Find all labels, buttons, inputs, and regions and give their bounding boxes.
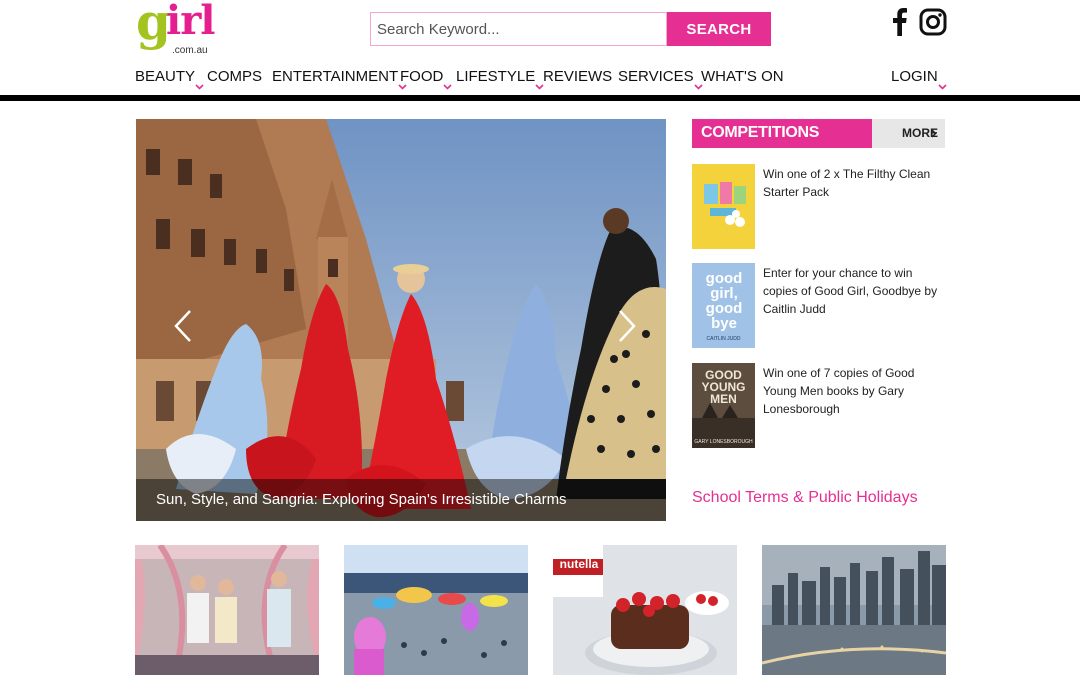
competition-thumbnail[interactable] [692, 164, 755, 249]
search-input[interactable] [371, 13, 666, 45]
competitions-header: COMPETITIONS [692, 119, 872, 148]
nav-lifestyle[interactable]: LIFESTYLE [456, 68, 544, 90]
nav-label: LOGIN [891, 68, 938, 85]
book-cover-author: GARY LONESBOROUGH [694, 439, 753, 445]
competition-thumbnail[interactable]: GOOD YOUNG MEN GARY LONESBOROUGH [692, 363, 755, 448]
chevron-right-icon [931, 129, 937, 138]
nav-label: SERVICES [618, 68, 694, 85]
competitions-title: COMPETITIONS [701, 124, 820, 141]
book-cover-author: CAITLIN JUDD [706, 336, 741, 342]
tile-city[interactable] [762, 545, 946, 675]
slider-next-arrow[interactable] [616, 309, 638, 343]
hero-slider[interactable]: Sun, Style, and Sangria: Exploring Spain… [136, 119, 666, 521]
hero-caption-bar[interactable]: Sun, Style, and Sangria: Exploring Spain… [136, 479, 666, 521]
tile-pancakes[interactable]: nutella [553, 545, 737, 675]
nav-label: BEAUTY [135, 68, 196, 85]
nav-label: ENTERTAINMENT [272, 68, 399, 85]
facebook-icon[interactable] [890, 6, 910, 38]
nav-label: REVIEWS [543, 68, 613, 85]
nav-divider [0, 95, 1080, 101]
tile-fashion[interactable] [135, 545, 319, 675]
competition-item[interactable]: good girl, good bye CAITLIN JUDD Enter f… [692, 263, 946, 349]
search-box [370, 12, 667, 46]
nav-comps[interactable]: COMPS [207, 68, 262, 85]
chevron-down-icon [195, 84, 204, 90]
nav-beauty[interactable]: BEAUTY [135, 68, 204, 90]
search-button[interactable]: SEARCH [667, 12, 771, 46]
book-cover-title: GOOD YOUNG MEN [701, 368, 746, 406]
slider-prev-arrow[interactable] [172, 309, 194, 343]
nav-label: FOOD [400, 68, 444, 85]
more-button[interactable]: MORE [872, 119, 945, 148]
book-cover-title: good girl, good bye [705, 270, 743, 332]
competition-item[interactable]: GOOD YOUNG MEN GARY LONESBOROUGH Win one… [692, 363, 946, 449]
nav-entertainment[interactable]: ENTERTAINMENT [272, 68, 407, 90]
nav-food[interactable]: FOOD [400, 68, 452, 90]
competition-thumbnail[interactable]: good girl, good bye CAITLIN JUDD [692, 263, 755, 348]
competition-title[interactable]: Win one of 7 copies of Good Young Men bo… [763, 364, 946, 418]
logo-irl: irl [166, 0, 215, 44]
nav-label: COMPS [207, 68, 263, 85]
nav-whats-on[interactable]: WHAT'S ON [701, 68, 784, 85]
tile-festival[interactable] [344, 545, 528, 675]
nav-label: LIFESTYLE [456, 68, 536, 85]
nav-reviews[interactable]: REVIEWS [543, 68, 612, 85]
holidays-link[interactable]: School Terms & Public Holidays [692, 489, 918, 507]
tile-image [135, 545, 319, 675]
chevron-down-icon [443, 84, 452, 90]
instagram-icon[interactable] [918, 6, 948, 38]
tile-image [344, 545, 528, 675]
competition-item[interactable]: Win one of 2 x The Filthy Clean Starter … [692, 164, 946, 250]
hero-caption: Sun, Style, and Sangria: Exploring Spain… [156, 491, 567, 508]
hero-image [136, 119, 666, 521]
site-logo[interactable]: g irl .com.au [136, 0, 215, 59]
competition-title[interactable]: Win one of 2 x The Filthy Clean Starter … [763, 165, 946, 201]
nav-services[interactable]: SERVICES [618, 68, 703, 90]
nutella-label: nutella [559, 557, 599, 571]
main-nav: BEAUTY COMPS ENTERTAINMENT FOOD LIFESTYL… [0, 64, 1080, 90]
nav-login[interactable]: LOGIN [891, 68, 947, 90]
tile-image [762, 545, 946, 675]
chevron-down-icon [938, 84, 947, 90]
nav-label: WHAT'S ON [701, 68, 784, 85]
logo-domain: .com.au [172, 45, 208, 56]
competition-title[interactable]: Enter for your chance to win copies of G… [763, 264, 946, 318]
